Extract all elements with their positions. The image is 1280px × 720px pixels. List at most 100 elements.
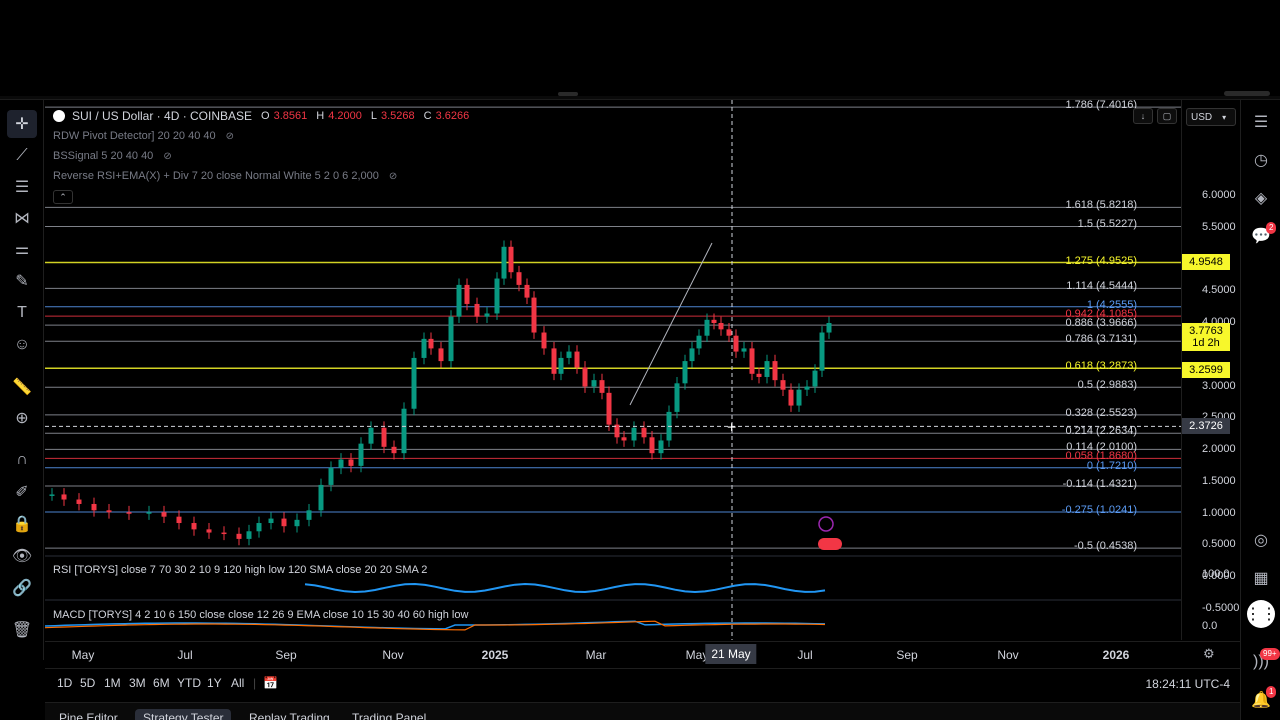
price-tick-label: 1.5000 [1202, 474, 1236, 487]
price-tick-label: 5.5000 [1202, 220, 1236, 233]
candle [206, 523, 212, 539]
time-scale[interactable]: May Jul Sep Nov 2025 Mar May Jul Sep Nov 2026 21 M… [45, 641, 1240, 665]
fullscreen-icon[interactable]: ▢ [1157, 108, 1177, 124]
link-icon[interactable]: 🔗 [7, 574, 37, 602]
candle [421, 332, 427, 365]
apps-grid-icon[interactable]: ⋮⋮ [1245, 600, 1277, 628]
bottom-panel-tabs: Pine Editor Strategy Tester Replay Tradi… [45, 702, 1240, 720]
stay-in-drawing-mode-icon[interactable]: ✐ [7, 478, 37, 506]
candle [474, 297, 480, 323]
candle [749, 342, 755, 381]
clock-timezone[interactable]: 18:24:11 UTC-4 [1146, 677, 1231, 691]
tab-strategy-tester[interactable]: Strategy Tester [135, 709, 232, 720]
brush-tool-icon[interactable]: ✎ [7, 267, 37, 295]
time-tick-label: 2026 [1102, 648, 1130, 662]
text-tool-icon[interactable]: T [7, 299, 37, 327]
fib-level-label: 0.618 (3.2873) [1065, 360, 1137, 373]
price-tick-label: 1.0000 [1202, 506, 1236, 519]
candle [826, 316, 832, 339]
macd-legend[interactable]: MACD [TORYS] 4 2 10 6 150 close close 12… [53, 609, 468, 621]
crosshair-tool-icon[interactable]: ✛ [7, 110, 37, 138]
time-tick-label: Jul [177, 648, 193, 662]
indicator-label: RDW Pivot Detector] 20 20 40 40 [53, 130, 216, 142]
candle [733, 329, 739, 358]
date-range-calendar-icon[interactable]: 📅 [263, 676, 278, 690]
candle [819, 326, 825, 377]
alerts-clock-icon[interactable]: ◷ [1247, 146, 1275, 174]
range-1m-button[interactable]: 1M [104, 676, 121, 690]
hidden-eye-icon[interactable]: ⊘ [389, 171, 397, 182]
candle [456, 278, 462, 323]
trend-line-tool-icon[interactable]: ⟋ [7, 142, 37, 170]
chart-top-right-controls: ↓ ▢ [1133, 108, 1177, 124]
magnet-tool-icon[interactable]: ∩ [7, 446, 37, 474]
candle [599, 373, 605, 400]
candle [726, 323, 732, 343]
emoji-tool-icon[interactable]: ☺ [7, 331, 37, 359]
range-ytd-button[interactable]: YTD [177, 676, 201, 690]
us-flag-event-icon[interactable] [818, 538, 842, 550]
candle [338, 453, 344, 475]
candle [428, 332, 434, 355]
tab-replay-trading[interactable]: Replay Trading [241, 709, 338, 720]
candle [566, 345, 572, 365]
target-icon[interactable]: ◎ [1247, 526, 1275, 554]
candle [524, 278, 530, 304]
pattern-tool-icon[interactable]: ⋈ [7, 204, 37, 232]
fib-level-label: 0.786 (3.7131) [1065, 333, 1137, 346]
range-all-button[interactable]: All [231, 676, 244, 690]
collapse-legend-chevron-icon[interactable]: ⌃ [53, 190, 73, 204]
candle [294, 513, 300, 533]
candle [448, 310, 454, 368]
zoom-in-tool-icon[interactable]: ⊕ [7, 404, 37, 432]
range-1y-button[interactable]: 1Y [207, 676, 222, 690]
settings-gear-icon[interactable]: ⚙ [1203, 646, 1215, 662]
calendar-icon[interactable]: ▦ [1247, 564, 1275, 592]
ruler-tool-icon[interactable]: 📏 [7, 373, 37, 401]
candle [91, 497, 97, 517]
rsi-axis-label: 100.0 [1202, 568, 1230, 580]
candle [236, 527, 242, 546]
indicator-legend-bssignal[interactable]: BSSignal 5 20 40 40 ⊘ [53, 150, 172, 162]
hidden-eye-icon[interactable]: ⊘ [226, 131, 234, 142]
fib-retracement-tool-icon[interactable]: ☰ [7, 173, 37, 201]
price-scale[interactable]: USD ▾ 6.0000 5.5000 4.5000 4.0000 3.0000 2.500… [1181, 100, 1240, 640]
symbol-title[interactable]: SUI / US Dollar · 4D · COINBASE [72, 109, 252, 123]
ohlc-low-key: L [370, 110, 377, 122]
indicator-legend-reverse-rsi[interactable]: Reverse RSI+EMA(X) + Div 7 20 close Norm… [53, 170, 397, 182]
indicator-legend-pivot[interactable]: RDW Pivot Detector] 20 20 40 40 ⊘ [53, 130, 234, 142]
scroll-down-arrow-icon[interactable]: ↓ [1133, 108, 1153, 124]
hidden-eye-icon[interactable]: ⊘ [163, 151, 171, 162]
currency-select[interactable]: USD ▾ [1186, 108, 1236, 126]
fib-level-label: -0.114 (1.4321) [1062, 478, 1137, 491]
fib-level-label: -0.5 (0.4538) [1074, 540, 1137, 553]
range-3m-button[interactable]: 3M [129, 676, 146, 690]
hide-drawings-icon[interactable]: 👁 [7, 542, 37, 570]
trend-line-drawing[interactable] [629, 242, 713, 406]
candle [508, 240, 514, 279]
rsi-legend[interactable]: RSI [TORYS] close 7 70 30 2 10 9 120 hig… [53, 564, 427, 576]
resize-handle[interactable] [558, 92, 578, 96]
candle [718, 316, 724, 336]
range-6m-button[interactable]: 6M [153, 676, 170, 690]
trash-icon[interactable]: 🗑 [7, 616, 37, 644]
candle [268, 512, 274, 530]
lock-icon[interactable]: 🔒 [7, 510, 37, 538]
layers-icon[interactable]: ◈ [1247, 184, 1275, 212]
candle [494, 272, 500, 320]
range-1d-button[interactable]: 1D [57, 676, 72, 690]
range-5d-button[interactable]: 5D [80, 676, 95, 690]
candle [772, 354, 778, 387]
event-lightning-icon[interactable] [818, 516, 834, 532]
price-tag: 3.2599 [1182, 361, 1230, 378]
time-tick-label: Nov [997, 648, 1019, 662]
tab-trading-panel[interactable]: Trading Panel [344, 709, 434, 720]
top-right-control[interactable] [1224, 91, 1270, 96]
price-tick-label: -0.5000 [1202, 601, 1240, 614]
watchlist-icon[interactable]: ☰ [1247, 108, 1275, 136]
candle [146, 505, 152, 520]
main-chart-pane[interactable]: + SUI / US Dollar · 4D · COINBASE O 3.856… [45, 99, 1181, 640]
price-tick-label: 0.5000 [1202, 538, 1236, 551]
tab-pine-editor[interactable]: Pine Editor [51, 709, 126, 720]
prediction-tool-icon[interactable]: ⚌ [7, 235, 37, 263]
